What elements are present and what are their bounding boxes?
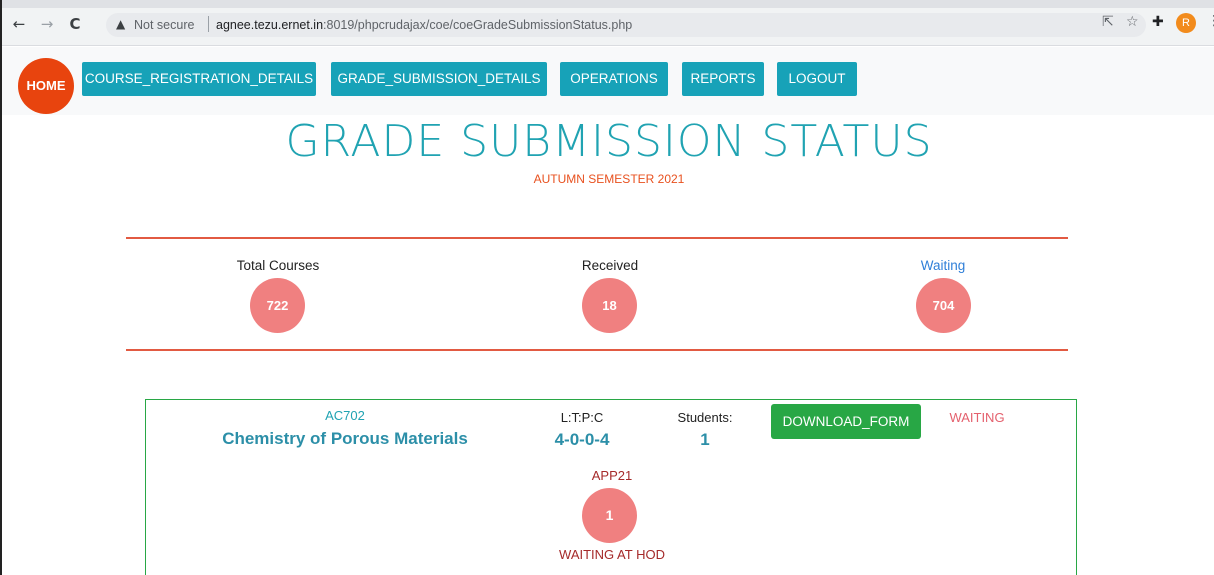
students-label: Students: (677, 410, 733, 425)
waiting-label[interactable]: Waiting (843, 258, 1043, 273)
profile-avatar[interactable]: R (1176, 13, 1196, 33)
nav-operations[interactable]: OPERATIONS (560, 62, 668, 96)
semester-subtitle: AUTUMN SEMESTER 2021 (533, 172, 685, 186)
total-courses-badge: 722 (250, 278, 305, 333)
ltpc-label: L:T:P:C (560, 410, 604, 425)
url-host: agnee.tezu.ernet.in (216, 18, 324, 32)
reload-icon[interactable]: C (66, 15, 84, 33)
menu-icon[interactable]: ⋮ (1207, 13, 1214, 29)
back-icon[interactable]: ← (10, 15, 28, 33)
bottom-divider (126, 349, 1068, 351)
home-button[interactable]: HOME (18, 58, 74, 114)
warning-icon: ▲ (116, 17, 126, 31)
url-path: :8019/phpcrudajax/coe/coeGradeSubmission… (323, 18, 633, 32)
department-count-badge: 1 (582, 488, 637, 543)
nav-grade-submission-details[interactable]: GRADE_SUBMISSION_DETAILS (331, 62, 547, 96)
forward-icon[interactable]: → (38, 15, 56, 33)
received-label: Received (581, 258, 639, 273)
department-code: APP21 (591, 468, 633, 483)
ltpc-value: 4-0-0-4 (554, 430, 610, 449)
url-text[interactable]: agnee.tezu.ernet.in:8019/phpcrudajax/coe… (216, 18, 632, 32)
nav-logout[interactable]: LOGOUT (777, 62, 857, 96)
nav-course-registration-details[interactable]: COURSE_REGISTRATION_DETAILS (82, 62, 316, 96)
address-separator (208, 16, 209, 32)
extensions-icon[interactable]: ✚ (1152, 14, 1164, 30)
received-badge: 18 (582, 278, 637, 333)
waiting-badge: 704 (916, 278, 971, 333)
share-icon[interactable]: ⇱ (1102, 14, 1114, 30)
bookmark-star-icon[interactable]: ☆ (1126, 14, 1139, 30)
page-title: GRADE SUBMISSION STATUS (285, 116, 933, 167)
top-divider (126, 237, 1068, 239)
download-form-button[interactable]: DOWNLOAD_FORM (771, 404, 921, 439)
address-bar[interactable]: ▲ Not secure agnee.tezu.ernet.in:8019/ph… (106, 13, 1146, 37)
students-count: 1 (700, 430, 710, 449)
department-status: WAITING AT HOD (559, 547, 665, 562)
security-status[interactable]: Not secure (134, 18, 194, 32)
course-code: AC702 (325, 408, 365, 423)
course-name: Chemistry of Porous Materials (222, 429, 468, 448)
nav-reports[interactable]: REPORTS (682, 62, 764, 96)
browser-toolbar: ← → C ▲ Not secure agnee.tezu.ernet.in:8… (2, 0, 1214, 46)
page: ← → C ▲ Not secure agnee.tezu.ernet.in:8… (0, 0, 1214, 575)
total-courses-label: Total Courses (236, 258, 320, 273)
course-status: WAITING (949, 410, 1005, 425)
tab-strip (2, 0, 1214, 8)
